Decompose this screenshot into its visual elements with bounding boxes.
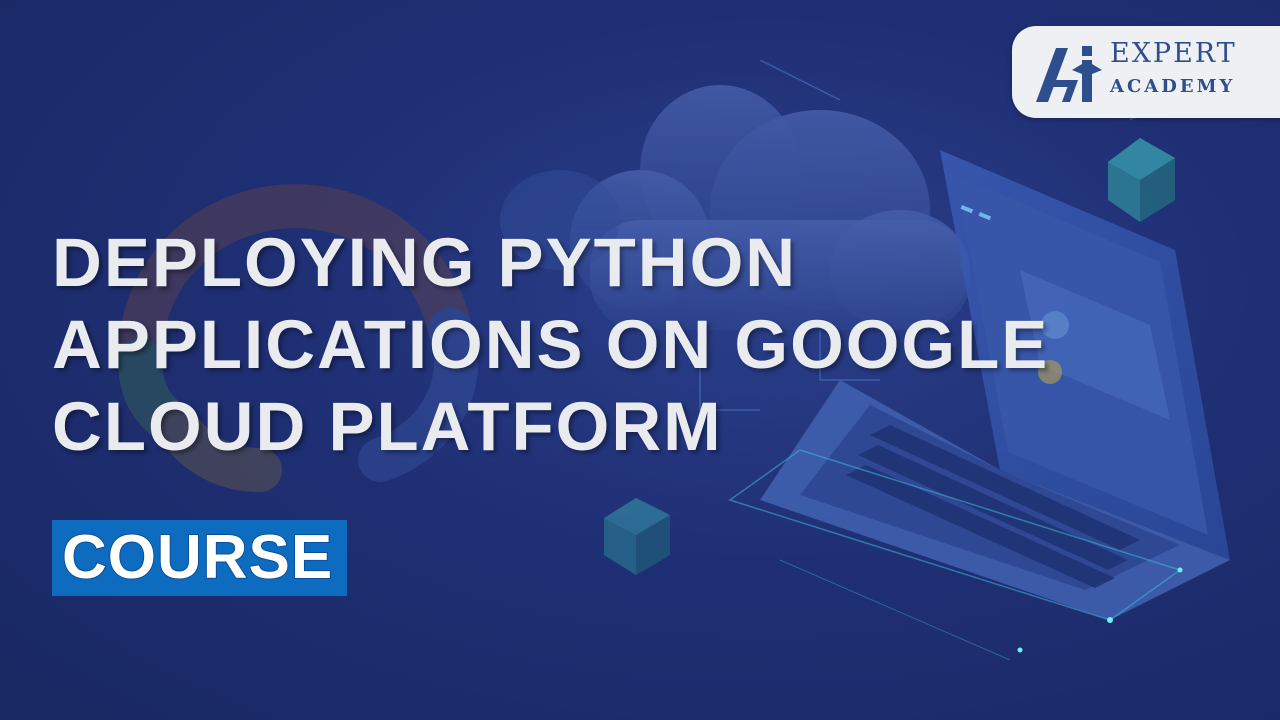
thumbnail-canvas: EXPERT ACADEMY DEPLOYING PYTHON APPLICAT… [0,0,1280,720]
brand-name-line2: ACADEMY [1110,76,1236,97]
expert-academy-logo-icon [1036,46,1102,102]
course-badge: COURSE [52,520,348,596]
course-badge-label: COURSE [61,523,334,592]
title-line-3: CLOUD PLATFORM [52,388,723,465]
brand-name-line1: EXPERT [1110,38,1237,69]
cube-bottom-center [604,498,670,575]
title-line-1: DEPLOYING PYTHON [52,224,798,301]
brand-logo-badge: EXPERT ACADEMY [1012,26,1280,118]
cube-top-right [1108,138,1175,222]
course-title: DEPLOYING PYTHON APPLICATIONS ON GOOGLE … [52,222,1252,468]
title-line-2: APPLICATIONS ON GOOGLE [52,306,1050,383]
